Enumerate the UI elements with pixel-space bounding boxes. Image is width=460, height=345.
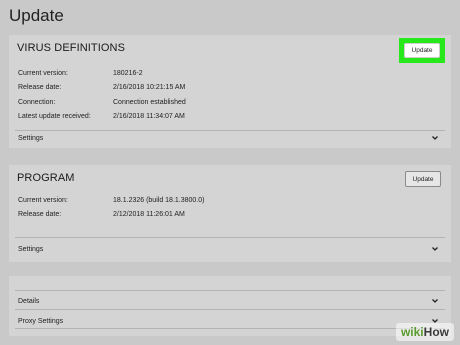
- row-label: Connection:: [18, 99, 56, 106]
- page-title: Update: [9, 6, 64, 25]
- divider: [15, 130, 445, 131]
- chevron-down-icon: [431, 245, 439, 253]
- row-value: 2/16/2018 11:34:07 AM: [113, 113, 185, 120]
- details-label: Details: [18, 297, 40, 305]
- row-value: 18.1.2326 (build 18.1.3800.0): [113, 197, 205, 204]
- virus-settings-label: Settings: [18, 134, 44, 142]
- row-label: Release date:: [18, 211, 62, 218]
- program-card: PROGRAM Update Current version: 18.1.232…: [9, 165, 451, 262]
- update-button-highlight: Update: [399, 38, 445, 63]
- virus-row-release-date: Release date: 2/16/2018 10:21:15 AM: [18, 84, 185, 91]
- wikihow-watermark: wiki How: [395, 323, 454, 341]
- program-settings-toggle[interactable]: Settings: [18, 244, 439, 254]
- program-title: PROGRAM: [17, 172, 75, 184]
- advanced-card: Details Proxy Settings: [9, 276, 451, 336]
- virus-settings-toggle[interactable]: Settings: [18, 133, 439, 143]
- program-update-button[interactable]: Update: [405, 171, 441, 187]
- virus-definitions-title: VIRUS DEFINITIONS: [17, 42, 126, 54]
- chevron-down-icon: [431, 297, 439, 305]
- divider: [15, 328, 445, 329]
- row-value: 2/12/2018 11:26:01 AM: [113, 211, 185, 218]
- divider: [15, 290, 445, 291]
- virus-row-latest-update: Latest update received: 2/16/2018 11:34:…: [18, 113, 185, 120]
- details-toggle[interactable]: Details: [18, 296, 439, 306]
- watermark-how: How: [423, 325, 449, 339]
- virus-update-button[interactable]: Update: [404, 43, 440, 58]
- program-settings-label: Settings: [18, 245, 44, 253]
- virus-row-current-version: Current version: 180216-2: [18, 70, 143, 77]
- divider: [15, 309, 445, 310]
- divider: [15, 237, 445, 238]
- row-label: Current version:: [18, 70, 68, 77]
- row-value: 2/16/2018 10:21:15 AM: [113, 84, 186, 91]
- row-label: Current version:: [18, 197, 68, 204]
- proxy-settings-label: Proxy Settings: [18, 317, 64, 325]
- virus-definitions-card: VIRUS DEFINITIONS Current version: 18021…: [9, 35, 451, 148]
- row-label: Latest update received:: [18, 113, 91, 120]
- row-label: Release date:: [18, 84, 62, 91]
- program-row-release-date: Release date: 2/12/2018 11:26:01 AM: [18, 211, 185, 218]
- chevron-down-icon: [431, 134, 439, 142]
- row-value: 180216-2: [113, 70, 143, 77]
- watermark-wiki: wiki: [400, 325, 424, 339]
- virus-row-connection: Connection: Connection established: [18, 99, 186, 106]
- proxy-settings-toggle[interactable]: Proxy Settings: [18, 316, 439, 326]
- program-row-current-version: Current version: 18.1.2326 (build 18.1.3…: [18, 197, 204, 204]
- row-value: Connection established: [113, 99, 186, 106]
